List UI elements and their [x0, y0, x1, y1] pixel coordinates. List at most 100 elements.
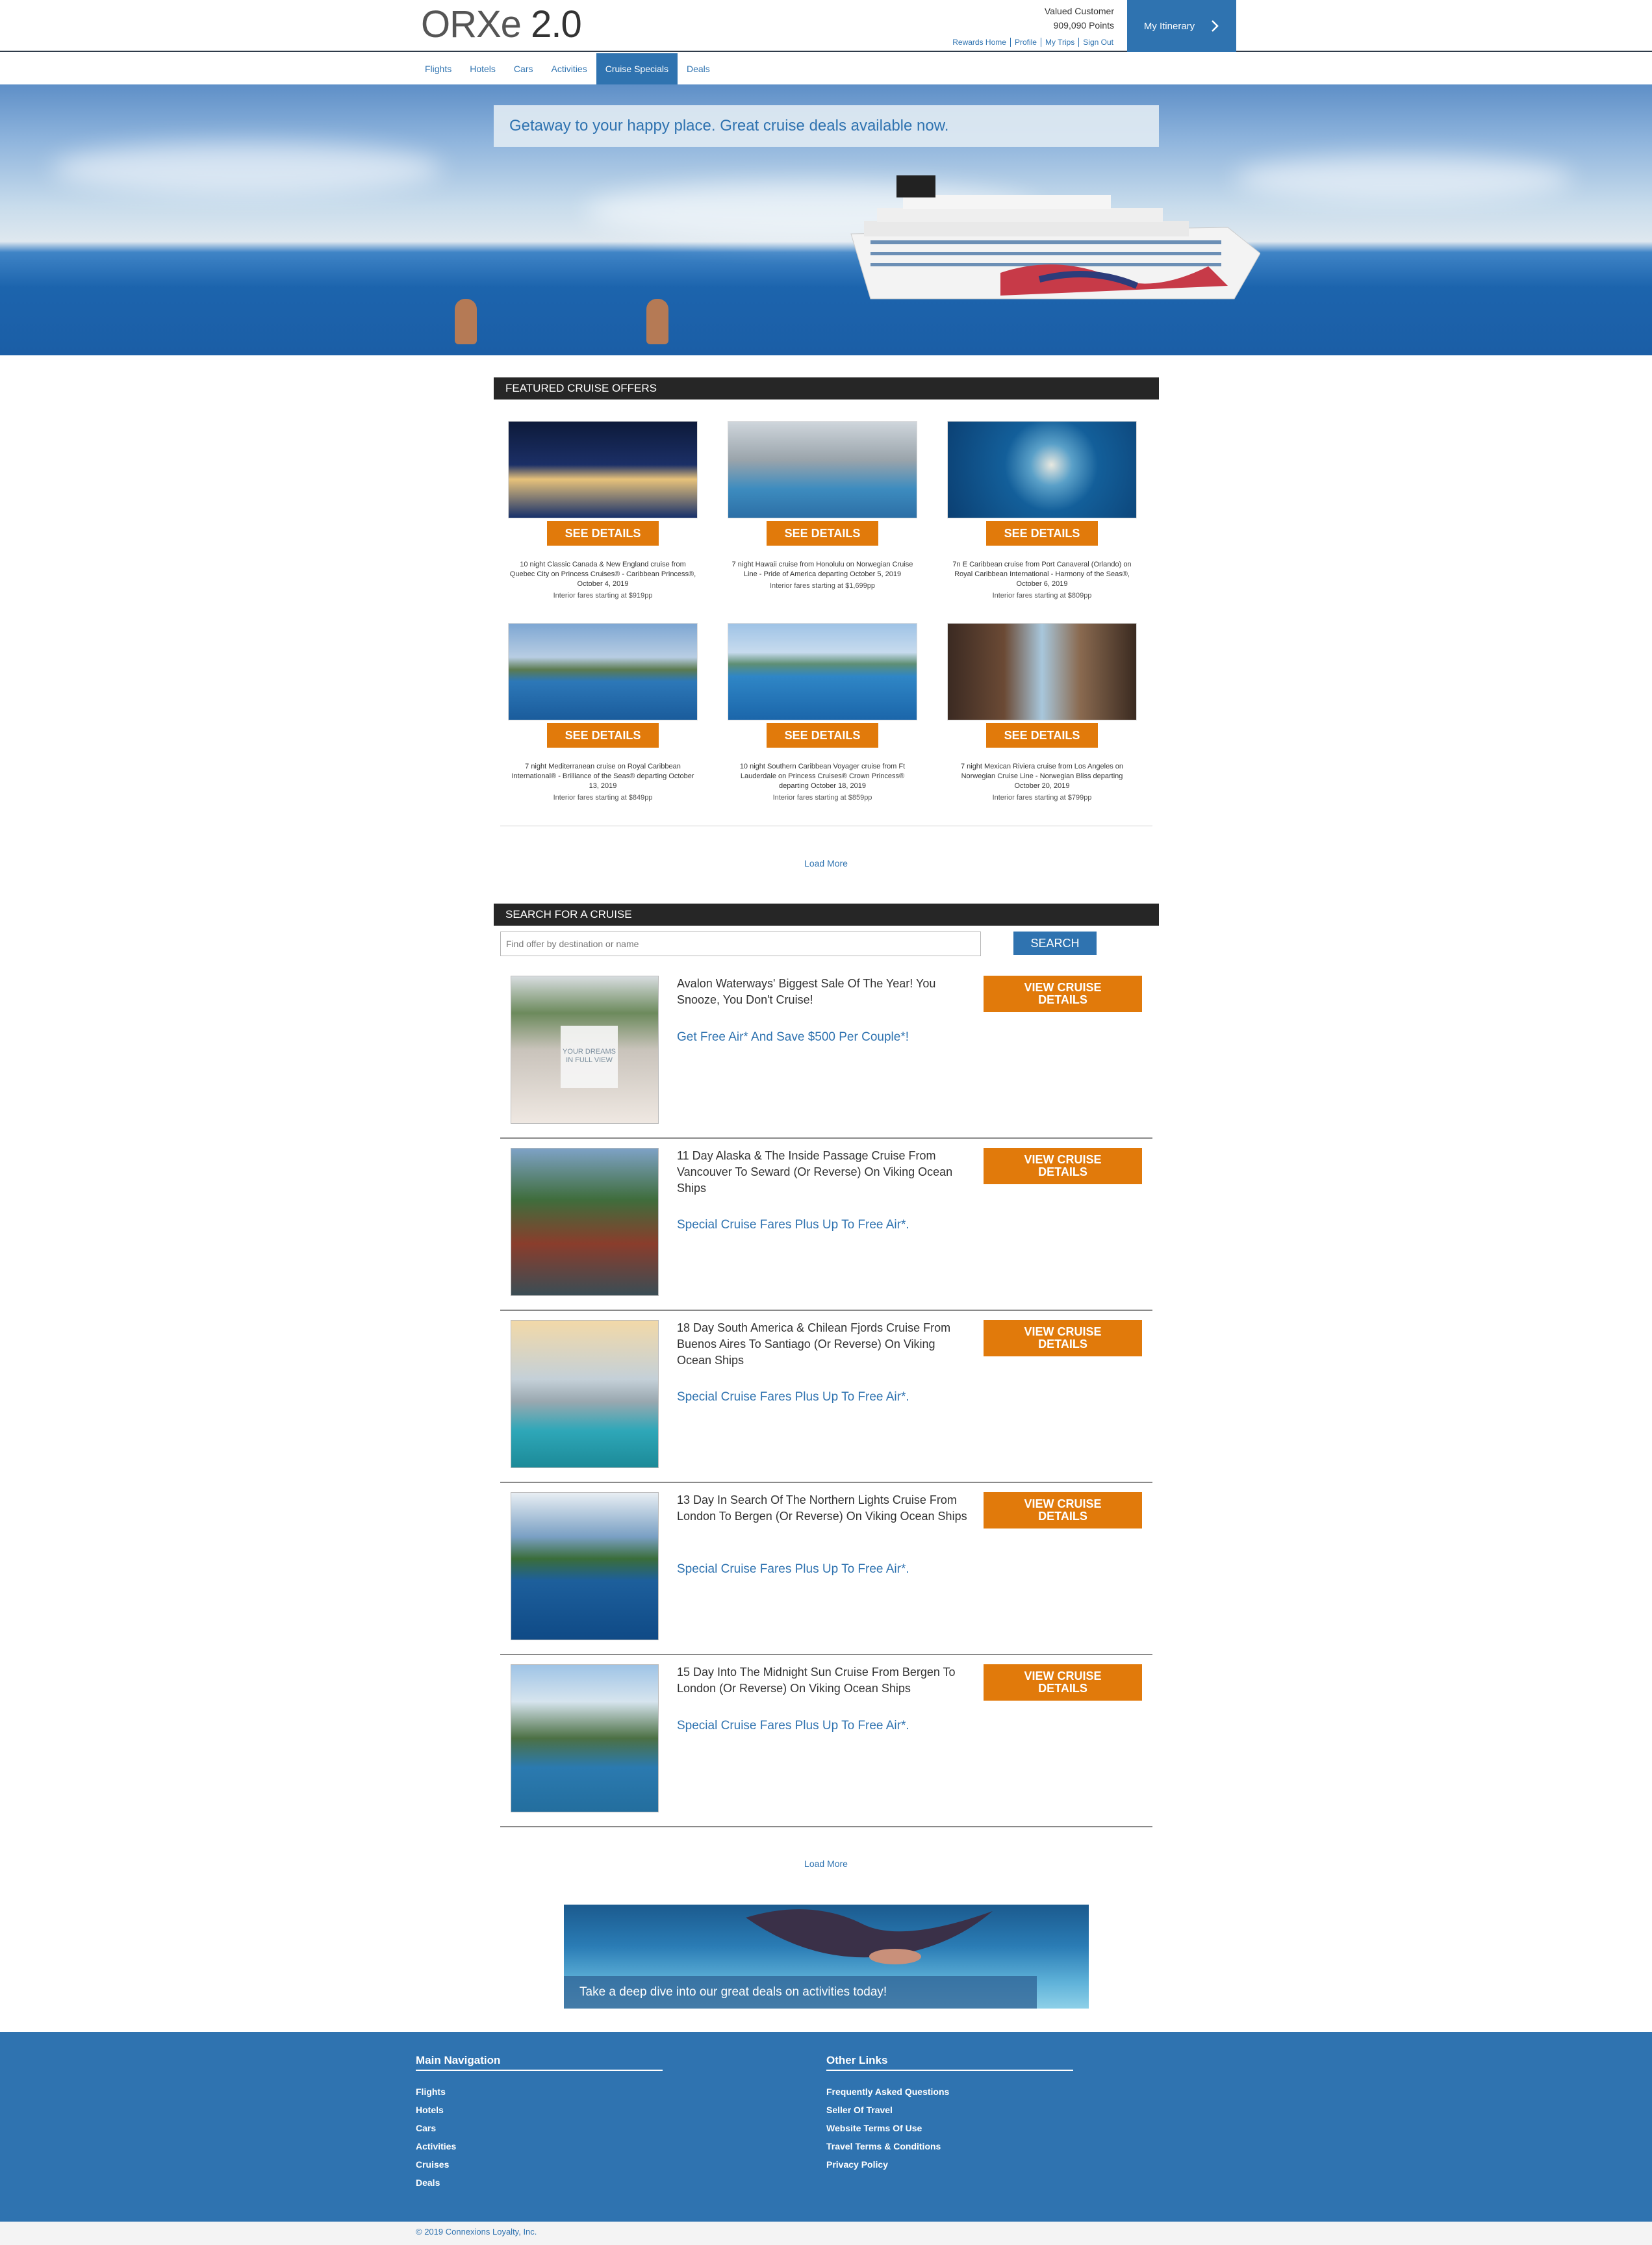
cruise-result-title: 13 Day In Search Of The Northern Lights …	[677, 1493, 967, 1523]
footer-link-seller-of-travel[interactable]: Seller Of Travel	[826, 2101, 1073, 2119]
my-itinerary-button[interactable]: My Itinerary	[1127, 0, 1236, 52]
see-details-button[interactable]: See Details	[547, 723, 659, 748]
featured-offer-card: See Details 7n E Caribbean cruise from Po…	[947, 421, 1137, 600]
featured-offer-description: 7n E Caribbean cruise from Port Canavera…	[952, 561, 1132, 588]
activities-promo-banner[interactable]: Take a deep dive into our great deals on…	[564, 1905, 1089, 2009]
cruise-search-input[interactable]	[500, 932, 981, 956]
featured-offer-description: 10 night Classic Canada & New England cr…	[509, 561, 696, 588]
nav-flights[interactable]: Flights	[416, 53, 461, 84]
featured-offer-image[interactable]	[947, 623, 1137, 720]
footer-other-links: Other Links Frequently Asked Questions S…	[826, 2054, 1073, 2174]
swimmer-figure	[455, 299, 477, 344]
main-nav: Flights Hotels Cars Activities Cruise Sp…	[0, 53, 1652, 84]
footer-link-privacy[interactable]: Privacy Policy	[826, 2155, 1073, 2174]
featured-offer-card: See Details 7 night Hawaii cruise from Ho…	[728, 421, 917, 590]
footer-link-website-terms[interactable]: Website Terms Of Use	[826, 2119, 1073, 2137]
cruise-result-offer-link[interactable]: Special Cruise Fares Plus Up To Free Air…	[677, 1390, 969, 1404]
featured-section-heading: Featured Cruise Offers	[494, 377, 1159, 400]
see-details-button[interactable]: See Details	[547, 521, 659, 546]
footer-link-travel-terms[interactable]: Travel Terms & Conditions	[826, 2137, 1073, 2155]
cruise-result-title: Avalon Waterways' Biggest Sale Of The Ye…	[677, 977, 936, 1006]
view-cruise-details-button[interactable]: View Cruise Details	[984, 1320, 1142, 1356]
hero-tagline: Getaway to your happy place. Great cruis…	[494, 105, 1159, 147]
avalon-ad-overlay: YOUR DREAMS IN FULL VIEW	[561, 1026, 618, 1088]
stingray-illustration	[746, 1909, 993, 1964]
cruise-result-image[interactable]	[511, 1492, 659, 1640]
nav-deals[interactable]: Deals	[678, 53, 719, 84]
see-details-button[interactable]: See Details	[986, 723, 1098, 748]
featured-offer-image[interactable]	[508, 623, 698, 720]
nav-cruise-specials[interactable]: Cruise Specials	[596, 53, 678, 84]
footer-link-cruises[interactable]: Cruises	[416, 2155, 663, 2174]
cruise-result-row: 18 Day South America & Chilean Fjords Cr…	[500, 1311, 1152, 1483]
footer-link-hotels[interactable]: Hotels	[416, 2101, 663, 2119]
featured-offer-price: Interior fares starting at $919pp	[553, 592, 653, 600]
my-trips-link[interactable]: My Trips	[1041, 38, 1080, 47]
promo-caption: Take a deep dive into our great deals on…	[564, 1976, 1037, 2009]
copyright-text: © 2019 Connexions Loyalty, Inc.	[416, 2227, 537, 2237]
nav-hotels[interactable]: Hotels	[461, 53, 505, 84]
profile-link[interactable]: Profile	[1010, 38, 1041, 47]
user-info: Valued Customer 909,090 Points	[1013, 4, 1114, 32]
nav-cars[interactable]: Cars	[505, 53, 542, 84]
cruise-ship-illustration	[850, 175, 1260, 299]
see-details-button[interactable]: See Details	[986, 521, 1098, 546]
account-links: Rewards Home Profile My Trips Sign Out	[935, 38, 1117, 47]
featured-offer-card: See Details 7 night Mediterranean cruise …	[508, 623, 698, 802]
footer-main-heading: Main Navigation	[416, 2054, 663, 2071]
cruise-result-row: 11 Day Alaska & The Inside Passage Cruis…	[500, 1139, 1152, 1311]
featured-load-more-link[interactable]: Load More	[0, 858, 1652, 869]
search-section-heading: Search For A Cruise	[494, 904, 1159, 926]
cruise-result-offer-link[interactable]: Get Free Air* And Save $500 Per Couple*!	[677, 1030, 969, 1045]
footer-link-cars[interactable]: Cars	[416, 2119, 663, 2137]
sign-out-link[interactable]: Sign Out	[1079, 38, 1117, 47]
featured-offer-description: 7 night Mediterranean cruise on Royal Ca…	[511, 763, 694, 790]
see-details-button[interactable]: See Details	[767, 521, 878, 546]
featured-offer-image[interactable]	[728, 623, 917, 720]
cruise-result-offer-link[interactable]: Special Cruise Fares Plus Up To Free Air…	[677, 1218, 969, 1232]
points-balance: 909,090 Points	[1053, 20, 1114, 31]
chevron-right-icon	[1212, 20, 1219, 32]
ad-text-line: IN FULL VIEW	[566, 1056, 613, 1064]
featured-offer-card: See Details 10 night Classic Canada & New…	[508, 421, 698, 600]
cruise-result-image[interactable]	[511, 1148, 659, 1296]
featured-offer-description: 7 night Mexican Riviera cruise from Los …	[960, 763, 1124, 790]
view-cruise-details-button[interactable]: View Cruise Details	[984, 1148, 1142, 1184]
view-cruise-details-button[interactable]: View Cruise Details	[984, 976, 1142, 1012]
cruise-result-offer-link[interactable]: Special Cruise Fares Plus Up To Free Air…	[677, 1719, 969, 1733]
footer-main-nav: Main Navigation Flights Hotels Cars Acti…	[416, 2054, 663, 2192]
featured-offer-image[interactable]	[728, 421, 917, 518]
itinerary-label: My Itinerary	[1143, 20, 1195, 32]
view-cruise-details-button[interactable]: View Cruise Details	[984, 1664, 1142, 1701]
cruise-result-title: 18 Day South America & Chilean Fjords Cr…	[677, 1321, 951, 1367]
featured-offer-image[interactable]	[947, 421, 1137, 518]
footer-link-faq[interactable]: Frequently Asked Questions	[826, 2083, 1073, 2101]
featured-offer-image[interactable]	[508, 421, 698, 518]
logo-text: ORXe	[421, 3, 522, 45]
cruise-result-title: 15 Day Into The Midnight Sun Cruise From…	[677, 1666, 956, 1695]
featured-offer-description: 10 night Southern Caribbean Voyager crui…	[739, 763, 906, 790]
search-button[interactable]: SEARCH	[1013, 932, 1097, 955]
rewards-home-link[interactable]: Rewards Home	[948, 38, 1011, 47]
featured-offer-price: Interior fares starting at $1,699pp	[769, 582, 876, 590]
footer-link-flights[interactable]: Flights	[416, 2083, 663, 2101]
cruise-result-image[interactable]	[511, 1664, 659, 1812]
footer-link-deals[interactable]: Deals	[416, 2174, 663, 2192]
featured-offer-description: 7 night Hawaii cruise from Honolulu on N…	[731, 561, 913, 578]
results-load-more-link[interactable]: Load More	[0, 1858, 1652, 1869]
featured-offer-price: Interior fares starting at $809pp	[992, 592, 1092, 600]
copyright-bar	[0, 2222, 1652, 2245]
cruise-result-image[interactable]: YOUR DREAMS IN FULL VIEW	[511, 976, 659, 1124]
see-details-button[interactable]: See Details	[767, 723, 878, 748]
cruise-result-offer-link[interactable]: Special Cruise Fares Plus Up To Free Air…	[677, 1562, 969, 1577]
footer-link-activities[interactable]: Activities	[416, 2137, 663, 2155]
view-cruise-details-button[interactable]: View Cruise Details	[984, 1492, 1142, 1528]
site-logo[interactable]: ORXe 2.0	[421, 3, 582, 46]
cruise-result-row: 15 Day Into The Midnight Sun Cruise From…	[500, 1655, 1152, 1827]
cruise-result-row: YOUR DREAMS IN FULL VIEW Avalon Waterways'…	[500, 967, 1152, 1139]
cruise-result-row: 13 Day In Search Of The Northern Lights …	[500, 1483, 1152, 1655]
cruise-result-image[interactable]	[511, 1320, 659, 1468]
nav-activities[interactable]: Activities	[542, 53, 596, 84]
footer-other-heading: Other Links	[826, 2054, 1073, 2071]
featured-offer-price: Interior fares starting at $849pp	[553, 794, 653, 802]
